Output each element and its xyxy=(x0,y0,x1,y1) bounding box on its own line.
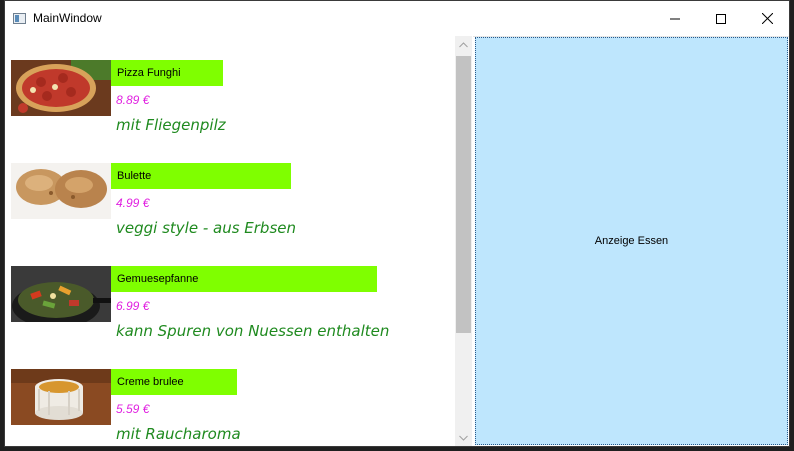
creme-brulee-image xyxy=(11,369,111,425)
app-icon xyxy=(13,13,26,24)
item-price: 6.99 € xyxy=(116,299,150,313)
food-detail-display[interactable]: Anzeige Essen xyxy=(475,37,788,445)
item-price: 4.99 € xyxy=(116,196,150,210)
item-description: mit Raucharoma xyxy=(116,425,241,443)
item-price: 8.89 € xyxy=(116,93,150,107)
item-description: kann Spuren von Nuessen enthalten xyxy=(116,322,390,340)
chevron-up-icon xyxy=(459,41,468,47)
close-button[interactable] xyxy=(744,1,790,36)
item-price: 5.59 € xyxy=(116,402,150,416)
item-description: mit Fliegenpilz xyxy=(116,116,226,134)
main-window: MainWindow Pizza Funghi 8.89 € mit Flieg… xyxy=(4,0,790,447)
item-name: Bulette xyxy=(111,163,291,189)
minimize-button[interactable] xyxy=(652,1,698,36)
title-bar[interactable]: MainWindow xyxy=(5,1,789,37)
detail-label: Anzeige Essen xyxy=(594,235,669,247)
vertical-scrollbar[interactable] xyxy=(455,36,472,446)
chevron-down-icon xyxy=(459,435,468,441)
item-name: Gemuesepfanne xyxy=(111,266,377,292)
close-icon xyxy=(761,13,773,24)
vegetable-pan-image xyxy=(11,266,111,322)
maximize-icon xyxy=(716,13,726,24)
item-name: Pizza Funghi xyxy=(111,60,223,86)
food-list[interactable]: Pizza Funghi 8.89 € mit Fliegenpilz Bule… xyxy=(5,36,473,446)
scroll-up-button[interactable] xyxy=(455,36,472,53)
list-item[interactable]: Gemuesepfanne 6.99 € kann Spuren von Nue… xyxy=(11,266,451,356)
meatball-image xyxy=(11,163,111,219)
item-name: Creme brulee xyxy=(111,369,237,395)
window-title: MainWindow xyxy=(33,11,102,25)
maximize-button[interactable] xyxy=(698,1,744,36)
pizza-image xyxy=(11,60,111,116)
client-area: Pizza Funghi 8.89 € mit Fliegenpilz Bule… xyxy=(5,36,789,446)
list-item[interactable]: Creme brulee 5.59 € mit Raucharoma xyxy=(11,369,451,446)
list-item[interactable]: Pizza Funghi 8.89 € mit Fliegenpilz xyxy=(11,60,451,150)
list-item[interactable]: Bulette 4.99 € veggi style - aus Erbsen xyxy=(11,163,451,253)
item-description: veggi style - aus Erbsen xyxy=(116,219,296,237)
scroll-down-button[interactable] xyxy=(455,429,472,446)
scrollbar-thumb[interactable] xyxy=(456,56,471,333)
minimize-icon xyxy=(670,18,680,19)
